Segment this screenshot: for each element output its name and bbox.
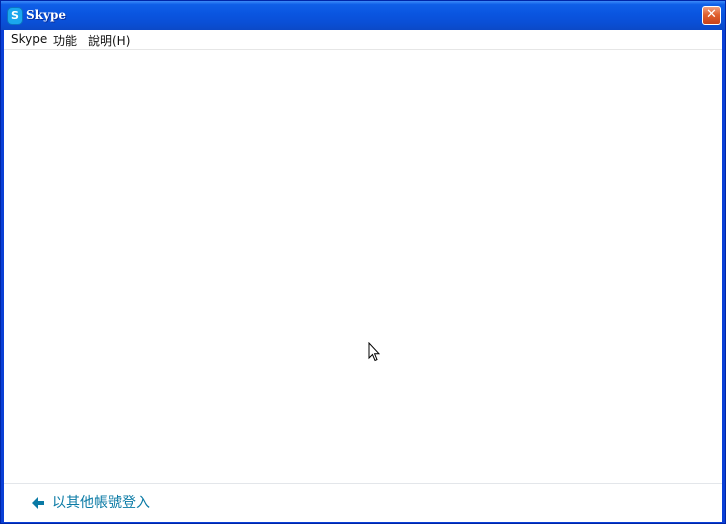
- main-content: [4, 50, 722, 482]
- skype-icon: S: [7, 7, 23, 25]
- mouse-pointer-icon: [368, 342, 380, 362]
- menu-skype[interactable]: Skype: [11, 32, 47, 46]
- skype-window: S Skype ✕ Skype 功能 說明(H) 以其他帳號登入: [0, 0, 726, 524]
- arrow-left-icon: [32, 497, 44, 509]
- sign-in-other-account-label: 以其他帳號登入: [52, 495, 150, 511]
- footer: 以其他帳號登入: [4, 483, 722, 522]
- window-title: Skype: [26, 8, 66, 22]
- menu-features[interactable]: 功能: [53, 32, 77, 49]
- close-icon: ✕: [706, 7, 717, 22]
- close-button[interactable]: ✕: [702, 6, 721, 25]
- client-area: Skype 功能 說明(H) 以其他帳號登入: [4, 30, 722, 522]
- title-bar[interactable]: S Skype ✕: [1, 1, 725, 30]
- sign-in-other-account-link[interactable]: 以其他帳號登入: [30, 493, 150, 513]
- menu-help[interactable]: 說明(H): [88, 32, 130, 49]
- menu-bar: Skype 功能 說明(H): [4, 30, 722, 50]
